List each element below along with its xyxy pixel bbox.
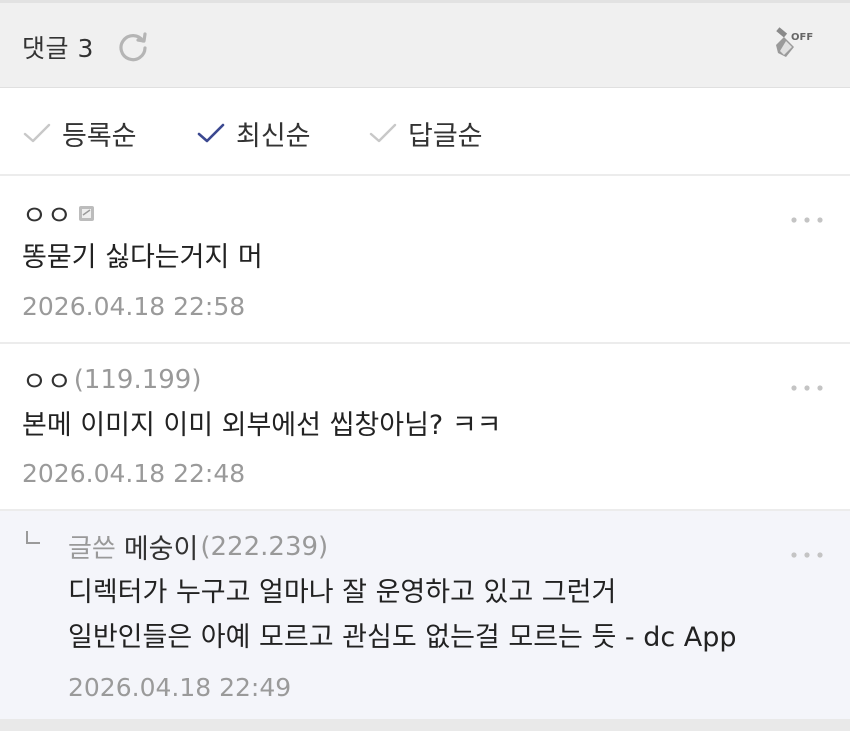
comment-item: ㅇㅇ 똥묻기 싫다는거지 머 2026.04.18 22:58 [0,176,850,344]
fixed-nick-icon [78,198,95,229]
more-options-icon[interactable] [790,545,824,558]
check-icon [369,123,397,143]
sort-registered[interactable]: 등록순 [22,116,137,152]
comment-nick-row: ㅇㅇ [22,194,95,233]
refresh-icon[interactable] [116,29,150,63]
check-icon [23,123,51,143]
comment-item: ㅇㅇ (119.199) 본메 이미지 이미 외부에선 씹창아님? ㅋㅋ 202… [0,344,850,511]
more-options-icon[interactable] [790,210,824,223]
reply-body-line2: 일반인들은 아예 모르고 관심도 없는걸 모르는 듯 - dc App [68,622,737,653]
comment-date: 2026.04.18 22:58 [22,292,246,321]
sort-label: 등록순 [62,120,137,152]
comment-date: 2026.04.18 22:48 [22,459,246,488]
sort-latest[interactable]: 최신순 [196,116,311,152]
reply-nick-row: 글쓴 메숭이 (222.239) [68,527,328,566]
comment-body: 똥묻기 싫다는거지 머 [22,242,263,273]
sort-label: 답글순 [408,120,483,152]
comment-nick[interactable]: ㅇㅇ [22,360,72,399]
comment-ip: (119.199) [73,364,202,395]
clean-off-badge: OFF [791,32,813,43]
bottom-divider [0,719,850,731]
check-icon [197,123,225,143]
reply-ip: (222.239) [200,531,329,562]
reply-nick[interactable]: 메숭이 [124,527,199,566]
more-options-icon[interactable] [790,378,824,391]
sort-label: 최신순 [236,120,311,152]
reply-item: 글쓴 메숭이 (222.239) 디렉터가 누구고 얼마나 잘 운영하고 있고 … [0,511,850,721]
comment-nick-row: ㅇㅇ (119.199) [22,360,202,399]
comment-count-title: 댓글 3 [22,34,94,63]
sort-bar: 등록순 최신순 답글순 [0,88,850,176]
broom-off-icon[interactable]: OFF [774,27,814,67]
comment-nick[interactable]: ㅇㅇ [22,194,72,233]
sort-replies[interactable]: 답글순 [368,116,483,152]
reply-date: 2026.04.18 22:49 [68,673,292,702]
reply-body-line1: 디렉터가 누구고 얼마나 잘 운영하고 있고 그런거 [68,577,617,608]
comments-header: 댓글 3 OFF [0,0,850,88]
writer-badge: 글쓴 [68,534,116,564]
comment-body: 본메 이미지 이미 외부에선 씹창아님? ㅋㅋ [22,410,502,441]
reply-arrow-icon [24,529,42,555]
